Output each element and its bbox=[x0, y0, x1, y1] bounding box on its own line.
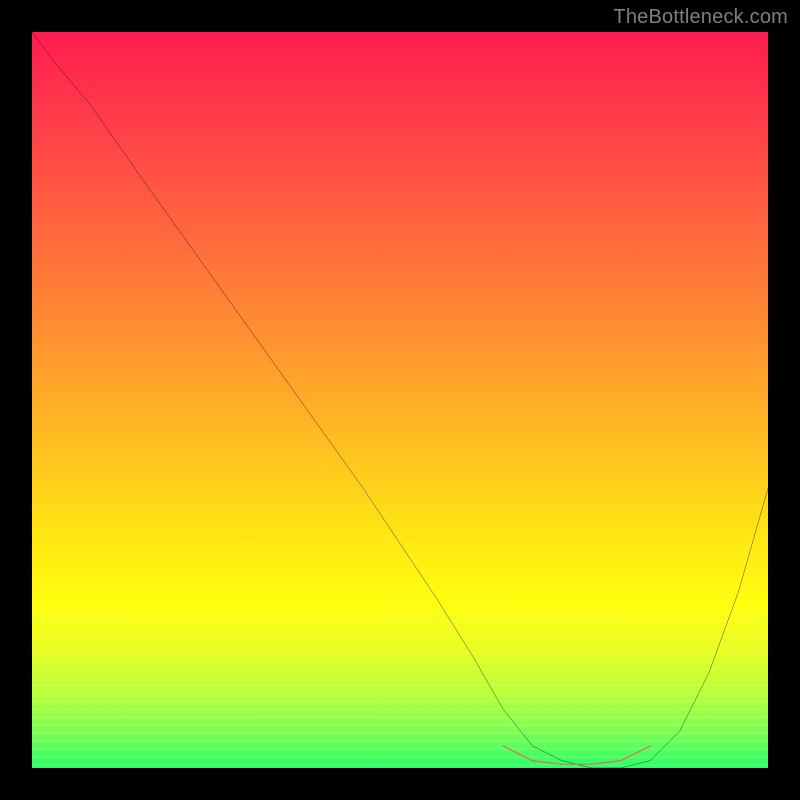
green-band-stripes bbox=[32, 606, 768, 768]
watermark-text: TheBottleneck.com bbox=[613, 6, 788, 29]
min-region-highlight bbox=[503, 746, 650, 764]
bottleneck-curve-path bbox=[32, 32, 768, 768]
curve-svg bbox=[32, 32, 768, 768]
plot-area bbox=[32, 32, 768, 768]
chart-container: TheBottleneck.com bbox=[0, 0, 800, 800]
